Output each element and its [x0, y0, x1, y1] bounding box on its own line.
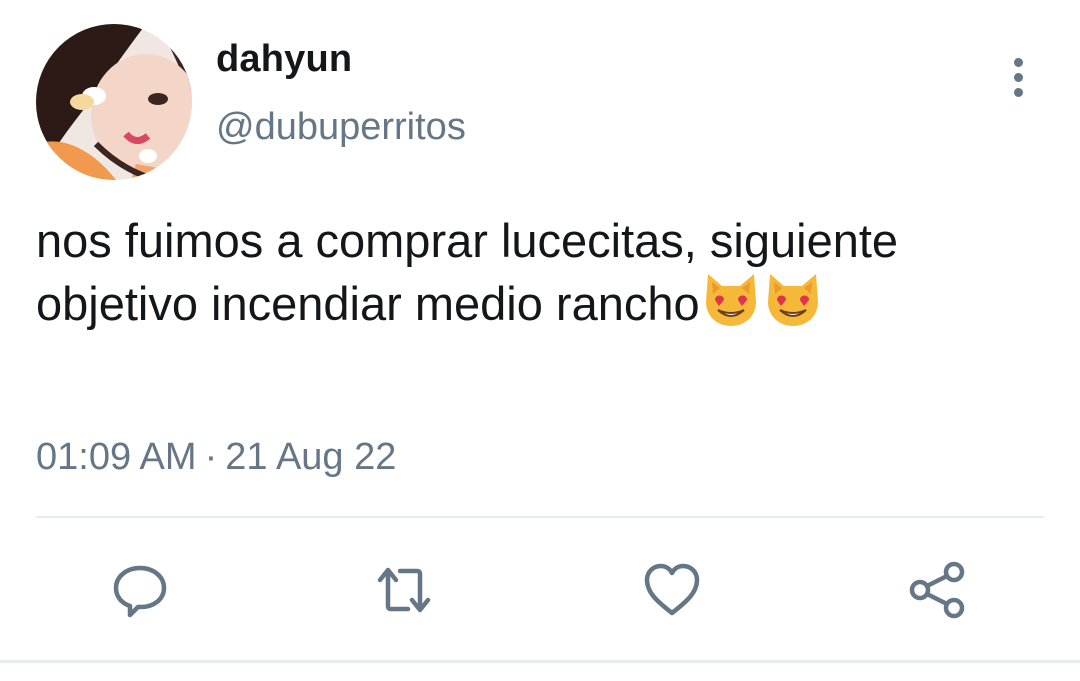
share-icon [909, 561, 965, 619]
tweet-text: nos fuimos a comprar lucecitas, siguient… [36, 212, 1036, 333]
heart-icon [644, 563, 700, 616]
meta-separator: · [204, 436, 218, 478]
more-dot [1013, 72, 1023, 82]
reply-icon [113, 565, 167, 618]
emoji-group [702, 270, 822, 328]
retweet-icon [377, 567, 431, 613]
heart-eyes-cat-emoji-icon [767, 274, 818, 326]
author-handle[interactable]: @dubuperritos [216, 106, 466, 149]
tweet-date: 21 Aug 22 [225, 436, 397, 478]
divider [36, 516, 1044, 518]
retweet-button[interactable] [372, 558, 436, 622]
avatar[interactable] [36, 24, 192, 180]
more-dot [1013, 87, 1023, 97]
tweet-timestamp: 01:09 AM · 21 Aug 22 [36, 436, 396, 479]
reply-button[interactable] [108, 558, 172, 622]
heart-eyes-cat-emoji-icon [705, 274, 756, 326]
author-name[interactable]: dahyun [216, 38, 352, 81]
avatar-photo [36, 24, 192, 180]
more-dot [1013, 57, 1023, 67]
tweet-time: 01:09 AM [36, 436, 197, 478]
more-options-icon[interactable] [998, 52, 1038, 102]
like-button[interactable] [640, 558, 704, 622]
share-button[interactable] [906, 558, 970, 622]
bottom-divider [0, 660, 1080, 663]
